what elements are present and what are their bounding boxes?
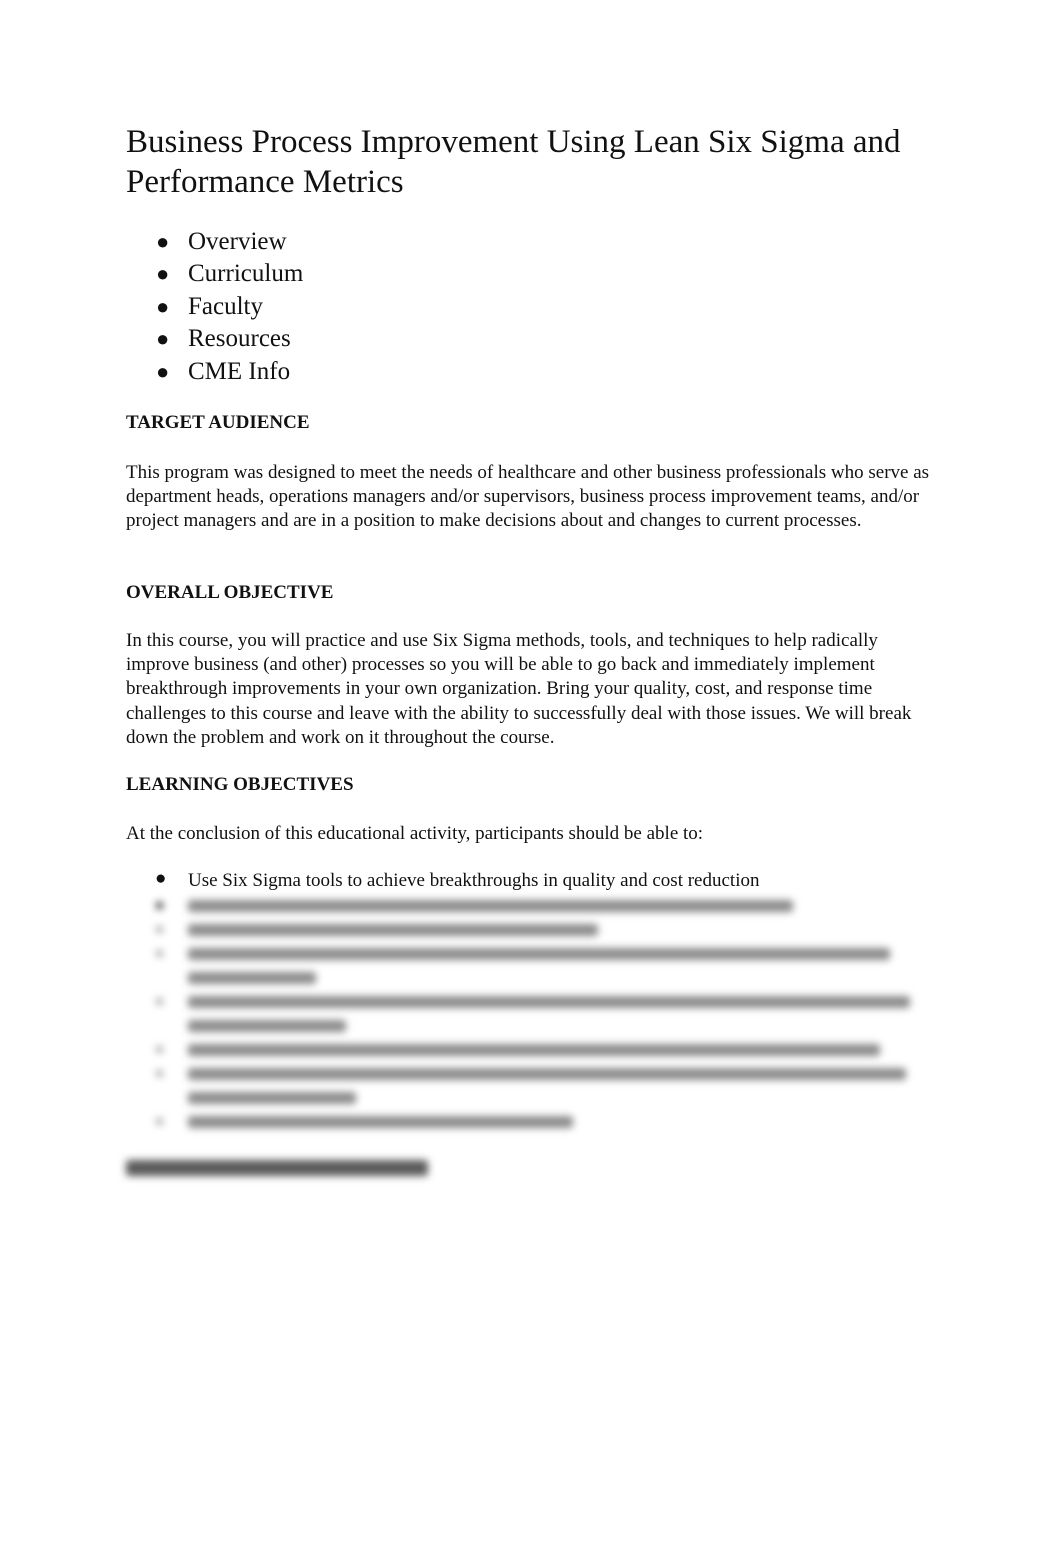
nav-link-resources[interactable]: ● Resources — [126, 323, 303, 355]
bullet-icon: ● — [156, 229, 170, 254]
bullet-icon — [156, 1046, 163, 1053]
target-audience-body: This program was designed to meet the ne… — [126, 462, 930, 532]
blurred-list-item — [126, 1037, 941, 1061]
nav-link-curriculum[interactable]: ● Curriculum — [126, 258, 303, 290]
overall-objective-body: In this course, you will practice and us… — [126, 630, 912, 748]
bullet-icon: ● — [156, 293, 170, 319]
bullet-icon: ● — [156, 261, 170, 287]
bullet-icon — [156, 950, 163, 957]
blurred-list-item — [126, 941, 941, 965]
blurred-section-heading — [126, 1160, 428, 1176]
list-item: ● Use Six Sigma tools to achieve breakthr… — [155, 868, 760, 891]
nav-link-faculty[interactable]: ● Faculty — [126, 291, 303, 323]
learning-objectives-list: ● Use Six Sigma tools to achieve breakthr… — [126, 868, 941, 893]
target-audience-heading: TARGET AUDIENCE — [126, 412, 310, 433]
bullet-icon: ● — [156, 326, 170, 352]
blurred-list-item — [126, 1109, 941, 1133]
bullet-icon — [156, 1118, 163, 1125]
page-title: Business Process Improvement Using Lean … — [126, 124, 901, 200]
course-nav-list: ● Overview ● Curriculum ● Faculty ● Resource… — [126, 226, 303, 388]
learning-objectives-heading: LEARNING OBJECTIVES — [126, 774, 354, 795]
bullet-icon: ● — [155, 868, 167, 889]
learning-objectives-intro: At the conclusion of this educational ac… — [126, 823, 704, 844]
bullet-icon: ● — [156, 358, 170, 384]
blurred-content — [126, 893, 941, 1133]
blurred-list-item — [126, 989, 941, 1013]
blurred-list-item — [126, 893, 941, 917]
blurred-list-item — [126, 1061, 941, 1085]
bullet-icon — [156, 926, 163, 933]
bullet-icon — [156, 998, 163, 1005]
bullet-icon — [156, 1070, 163, 1077]
nav-link-overview[interactable]: ● Overview — [126, 226, 303, 258]
blurred-list-item — [126, 917, 941, 941]
bullet-icon — [156, 902, 163, 909]
overall-objective-heading: OVERALL OBJECTIVE — [126, 582, 334, 603]
nav-link-cme-info[interactable]: ● CME Info — [126, 356, 303, 388]
